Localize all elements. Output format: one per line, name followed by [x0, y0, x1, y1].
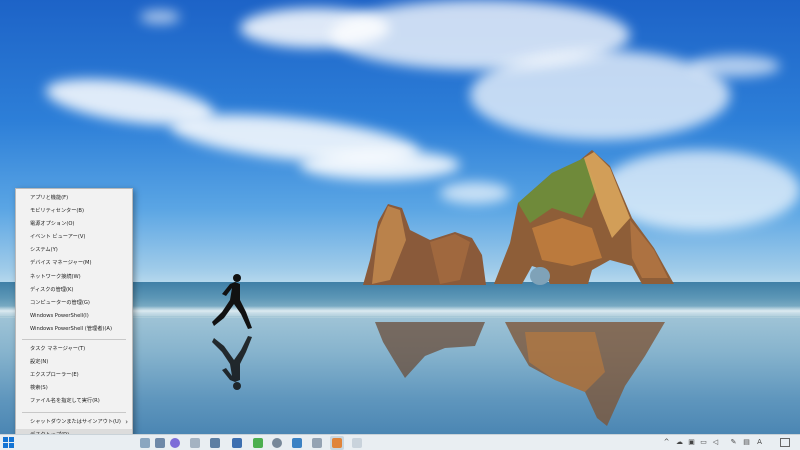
menu-item-label: Windows PowerShell(I) [30, 312, 89, 319]
menu-item-label: デバイス マネージャー(M) [30, 260, 92, 267]
taskbar-app-icon[interactable] [253, 438, 263, 448]
chevron-up-icon[interactable]: ^ [663, 439, 670, 446]
menu-item-disk-management[interactable]: ディスクの管理(K) [16, 284, 132, 297]
taskbar-app-icon[interactable] [352, 438, 362, 448]
menu-item-apps-and-features[interactable]: アプリと機能(F) [16, 192, 132, 205]
menu-item-label: シャットダウンまたはサインアウト(U) [30, 418, 121, 425]
onedrive-icon[interactable]: ☁ [676, 439, 683, 446]
ime-icon[interactable]: A [756, 439, 763, 446]
menu-item-label: モビリティセンター(B) [30, 208, 84, 215]
menu-item-system[interactable]: システム(Y) [16, 244, 132, 257]
menu-item-label: ネットワーク接続(W) [30, 273, 81, 280]
runner-reflection [212, 336, 252, 390]
taskbar-app-icon[interactable] [332, 438, 342, 448]
menu-item-powershell-admin[interactable]: Windows PowerShell (管理者)(A) [16, 323, 132, 336]
menu-item-powershell[interactable]: Windows PowerShell(I) [16, 310, 132, 323]
menu-item-network-connections[interactable]: ネットワーク接続(W) [16, 271, 132, 284]
menu-item-label: イベント ビューアー(V) [30, 234, 86, 241]
taskbar-app-icon[interactable] [272, 438, 282, 448]
arch-sea-stack [494, 150, 674, 285]
taskbar: ^ ☁ ▣ ▭ ◁ ✎ ▤ A [0, 434, 800, 450]
menu-item-label: 検索(S) [30, 385, 48, 392]
windows-start-icon[interactable] [3, 437, 15, 449]
menu-item-computer-management[interactable]: コンピューターの管理(G) [16, 297, 132, 310]
taskbar-app-icon[interactable] [170, 438, 180, 448]
menu-item-label: コンピューターの管理(G) [30, 299, 90, 306]
menu-item-run[interactable]: ファイル名を指定して実行(R) [16, 395, 132, 408]
menu-item-label: 設定(N) [30, 359, 49, 366]
notification-icon[interactable] [780, 438, 790, 447]
menu-item-settings[interactable]: 設定(N) [16, 356, 132, 369]
taskbar-app-icon[interactable] [292, 438, 302, 448]
menu-item-event-viewer[interactable]: イベント ビューアー(V) [16, 231, 132, 244]
cloud [690, 55, 780, 77]
pen-icon[interactable]: ✎ [730, 439, 737, 446]
menu-item-label: タスク マネージャー(T) [30, 346, 86, 353]
arch-reflection [505, 322, 665, 426]
menu-item-power-options[interactable]: 電源オプション(O) [16, 218, 132, 231]
menu-item-label: システム(Y) [30, 247, 58, 254]
runner-silhouette [212, 274, 252, 329]
taskbar-app-icon[interactable] [312, 438, 322, 448]
cloud [300, 150, 460, 180]
taskbar-app-icon[interactable] [210, 438, 220, 448]
winx-context-menu: アプリと機能(F) モビリティセンター(B) 電源オプション(O) イベント ビ… [15, 188, 133, 442]
chevron-right-icon: › [125, 417, 128, 426]
cloud [140, 10, 180, 24]
menu-item-task-manager[interactable]: タスク マネージャー(T) [16, 343, 132, 356]
menu-item-label: Windows PowerShell (管理者)(A) [30, 325, 112, 332]
taskbar-app-icon[interactable] [232, 438, 242, 448]
menu-separator [22, 339, 126, 341]
taskbar-app-icon[interactable] [155, 438, 165, 448]
small-sea-stack [363, 204, 486, 285]
printer-icon[interactable]: ▣ [688, 439, 695, 446]
volume-icon[interactable]: ◁ [712, 439, 719, 446]
taskbar-app-icon[interactable] [190, 438, 200, 448]
menu-item-mobility-center[interactable]: モビリティセンター(B) [16, 205, 132, 218]
menu-item-label: ファイル名を指定して実行(R) [30, 398, 100, 405]
menu-item-label: エクスプローラー(E) [30, 372, 79, 379]
taskbar-app-icon[interactable] [140, 438, 150, 448]
menu-item-explorer[interactable]: エクスプローラー(E) [16, 369, 132, 382]
menu-separator [22, 411, 126, 413]
menu-item-label: ディスクの管理(K) [30, 286, 74, 293]
menu-item-device-manager[interactable]: デバイス マネージャー(M) [16, 257, 132, 270]
network-icon[interactable]: ▭ [700, 439, 707, 446]
menu-item-search[interactable]: 検索(S) [16, 382, 132, 395]
rock-reflection [375, 322, 485, 378]
menu-item-label: アプリと機能(F) [30, 195, 69, 201]
keyboard-icon[interactable]: ▤ [743, 439, 750, 446]
menu-item-label: 電源オプション(O) [30, 221, 75, 228]
menu-item-shutdown-signout[interactable]: シャットダウンまたはサインアウト(U) › [16, 416, 132, 429]
